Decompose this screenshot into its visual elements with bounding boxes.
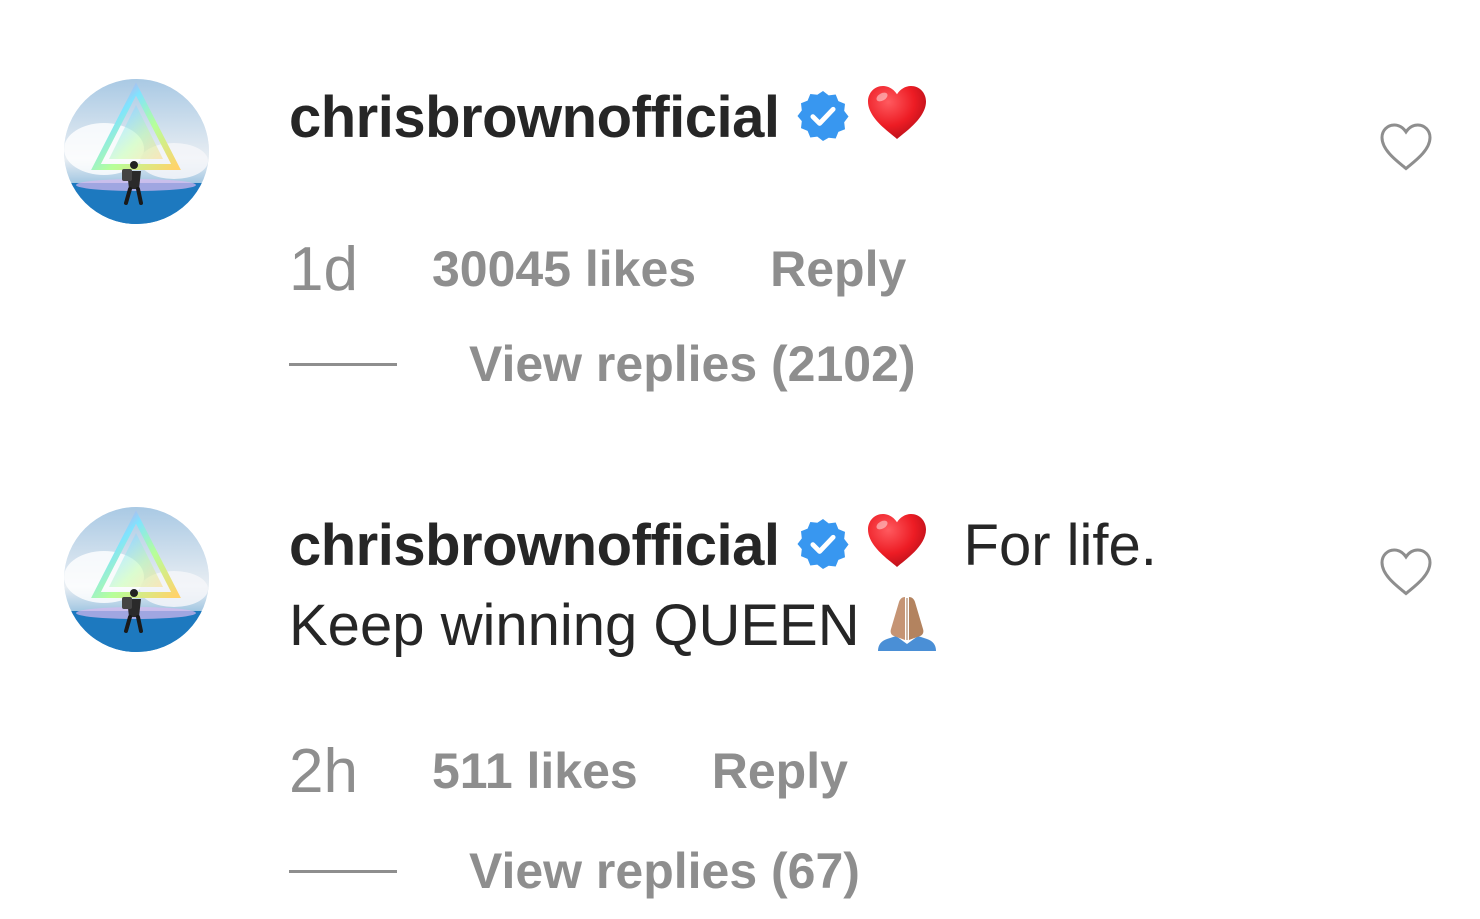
comment-text-line-2: Keep winning QUEEN (289, 593, 860, 658)
avatar-image (64, 507, 209, 652)
view-replies-button[interactable]: View replies (2102) (289, 329, 916, 399)
replies-divider-line (289, 869, 397, 873)
like-comment-button[interactable] (1379, 122, 1433, 172)
folded-hands-emoji-icon (874, 589, 940, 655)
avatar-image (64, 79, 209, 224)
avatar[interactable] (64, 507, 209, 652)
comment-meta: 2h 511 likes Reply (289, 736, 848, 806)
likes-count[interactable]: 511 likes (432, 742, 638, 800)
reply-button[interactable]: Reply (770, 240, 906, 298)
red-heart-emoji-icon (866, 83, 928, 141)
username-link[interactable]: chrisbrownofficial (289, 513, 780, 578)
heart-outline-icon (1379, 122, 1433, 172)
likes-count[interactable]: 30045 likes (432, 240, 696, 298)
avatar[interactable] (64, 79, 209, 224)
comment-timestamp[interactable]: 2h (289, 736, 358, 807)
red-heart-emoji-icon (866, 511, 928, 569)
comment-item: chrisbrownofficial For life. Keep winning … (0, 430, 1480, 919)
view-replies-button[interactable]: View replies (67) (289, 836, 860, 906)
replies-divider-line (289, 362, 397, 366)
username-link[interactable]: chrisbrownofficial (289, 85, 780, 150)
verified-badge-icon (796, 517, 850, 571)
comment-body: chrisbrownofficial (289, 78, 1289, 158)
view-replies-label: View replies (67) (469, 843, 860, 899)
verified-badge-icon (796, 89, 850, 143)
like-comment-button[interactable] (1379, 547, 1433, 597)
comment-item: chrisbrownofficial 1d 30045 likes Reply … (0, 0, 1480, 430)
view-replies-label: View replies (2102) (469, 336, 916, 392)
comment-meta: 1d 30045 likes Reply (289, 234, 906, 304)
reply-button[interactable]: Reply (712, 742, 848, 800)
heart-outline-icon (1379, 547, 1433, 597)
comment-body: chrisbrownofficial For life. Keep winning … (289, 506, 1289, 666)
comment-timestamp[interactable]: 1d (289, 234, 358, 305)
comment-text-line-1: For life. (963, 513, 1157, 578)
